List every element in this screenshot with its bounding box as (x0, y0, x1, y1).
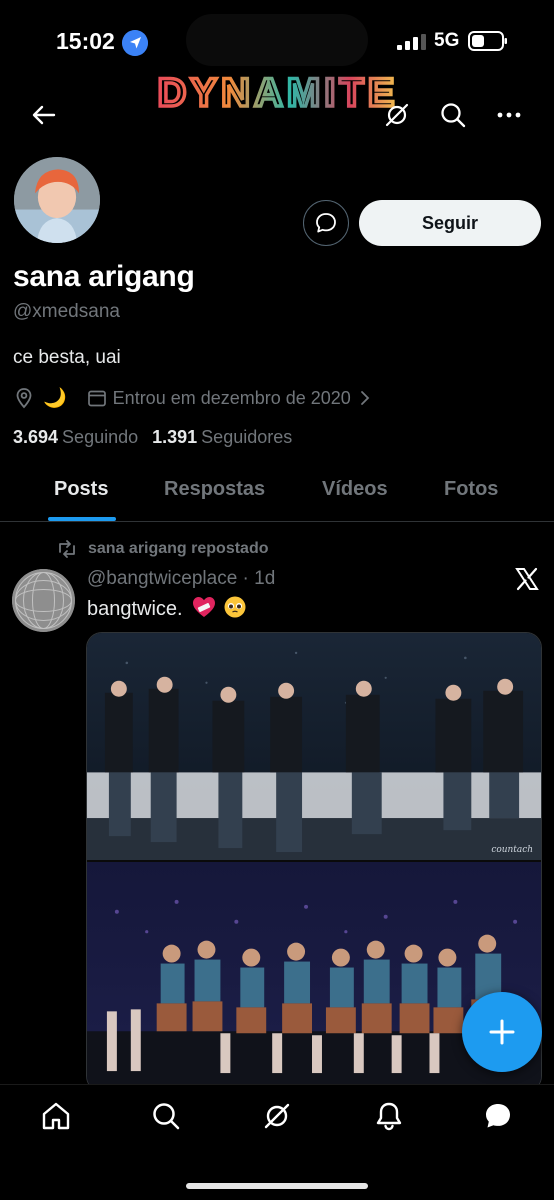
tab-replies[interactable]: Respostas (164, 478, 265, 501)
location-arrow-icon (122, 30, 148, 56)
network-label: 5G (434, 30, 460, 51)
follow-button[interactable]: Seguir (359, 200, 541, 246)
dynamite-banner-logo: DYNAMITE (156, 69, 399, 117)
search-nav-icon[interactable] (150, 1100, 182, 1132)
search-icon[interactable] (438, 100, 468, 130)
follow-stats: 3.694 Seguindo 1.391 Seguidores (13, 427, 292, 448)
post-author-avatar[interactable] (12, 569, 75, 632)
grok-nav-icon[interactable] (261, 1100, 293, 1132)
post-handle-time[interactable]: @bangtwiceplace · 1d (87, 568, 275, 590)
location-pin-icon (16, 388, 32, 409)
compose-post-button[interactable] (462, 992, 542, 1072)
status-time: 15:02 (56, 28, 115, 54)
notifications-icon[interactable] (373, 1100, 405, 1132)
following-stat[interactable]: 3.694 Seguindo (13, 427, 138, 448)
display-name: sana arigang (13, 260, 195, 293)
followers-stat[interactable]: 1.391 Seguidores (152, 427, 292, 448)
grok-icon[interactable] (382, 100, 412, 130)
joined-date[interactable]: Entrou em dezembro de 2020 (113, 388, 351, 409)
repost-label: sana arigang repostado (88, 540, 269, 557)
back-arrow-icon[interactable] (30, 101, 58, 129)
battery-icon (468, 31, 507, 51)
profile-avatar[interactable] (12, 155, 102, 245)
message-button[interactable] (303, 200, 349, 246)
signal-icon (397, 34, 426, 50)
calendar-icon (87, 390, 106, 407)
home-indicator (186, 1183, 368, 1189)
location-emoji: 🌙 (43, 388, 67, 409)
following-count: 3.694 (13, 427, 59, 447)
active-tab-indicator (48, 517, 116, 521)
media-watermark: countach (491, 845, 533, 855)
mending-heart-emoji-icon (193, 597, 216, 617)
following-label: Seguindo (62, 427, 139, 447)
repost-indicator: sana arigang repostado (56, 540, 269, 558)
tab-posts[interactable]: Posts (54, 478, 108, 501)
followers-label: Seguidores (201, 427, 293, 447)
plus-icon (489, 1019, 515, 1045)
profile-meta-row: 🌙 Entrou em dezembro de 2020 (13, 385, 373, 411)
pleading-face-emoji-icon (224, 596, 246, 618)
post-text-content: bangtwice. (87, 598, 183, 620)
more-options-icon[interactable] (494, 100, 524, 130)
messages-icon[interactable] (482, 1100, 514, 1132)
tab-videos[interactable]: Vídeos (322, 478, 388, 501)
banner-text: DYNAMITE (158, 71, 399, 115)
home-icon[interactable] (40, 1100, 72, 1132)
chevron-right-icon[interactable] (357, 390, 373, 406)
repost-icon (59, 540, 75, 558)
followers-count: 1.391 (152, 427, 198, 447)
profile-bio: ce besta, uai (13, 347, 121, 368)
dynamic-island (186, 14, 368, 66)
x-logo-icon[interactable] (514, 566, 540, 592)
post-text: bangtwice. (87, 596, 246, 621)
profile-handle: @xmedsana (13, 301, 120, 322)
message-bubble-icon (316, 213, 336, 233)
tab-photos[interactable]: Fotos (444, 478, 498, 501)
